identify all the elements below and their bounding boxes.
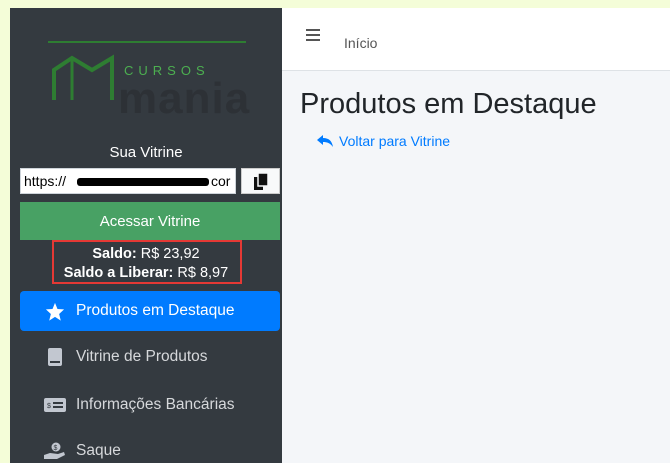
app-frame: CURSOS mania Sua Vitrine https:// cor Ac…: [10, 8, 670, 463]
book-icon: [42, 348, 68, 366]
nav-item-produtos-destaque[interactable]: Produtos em Destaque: [20, 291, 280, 331]
nav-item-vitrine-produtos[interactable]: Vitrine de Produtos: [20, 337, 280, 377]
menu-toggle-icon[interactable]: [306, 28, 320, 46]
access-vitrine-button[interactable]: Acessar Vitrine: [20, 202, 280, 240]
saldo-label: Saldo:: [92, 246, 137, 262]
sidebar: CURSOS mania Sua Vitrine https:// cor Ac…: [10, 8, 282, 463]
star-icon: [42, 302, 68, 321]
nav-label: Vitrine de Produtos: [76, 348, 208, 365]
breadcrumb-home-link[interactable]: Início: [344, 35, 377, 51]
saldo-value: R$ 23,92: [136, 246, 200, 262]
nav-item-saque[interactable]: $ Saque: [20, 431, 280, 463]
page-title: Produtos em Destaque: [300, 88, 597, 120]
vitrine-url-row: https:// cor: [20, 168, 280, 198]
svg-text:$: $: [54, 445, 58, 452]
redaction-mark: [77, 178, 209, 186]
saldo-liberar-line: Saldo a Liberar: R$ 8,97: [10, 265, 282, 281]
reply-arrow-icon: [317, 135, 333, 147]
hand-coin-icon: $: [42, 442, 68, 460]
copy-icon: [253, 172, 268, 190]
back-link-label: Voltar para Vitrine: [339, 133, 451, 149]
nav-label: Saque: [76, 442, 121, 459]
vitrine-url-field[interactable]: https:// cor: [20, 168, 236, 194]
vitrine-title: Sua Vitrine: [109, 144, 183, 161]
nav-label: Informações Bancárias: [76, 396, 235, 413]
back-to-vitrine-link[interactable]: Voltar para Vitrine: [317, 133, 450, 149]
url-prefix: https://: [24, 173, 67, 189]
saldo-line: Saldo: R$ 23,92: [10, 246, 282, 262]
saldo-liberar-label: Saldo a Liberar:: [63, 265, 174, 281]
nav-label: Produtos em Destaque: [76, 302, 235, 319]
saldo-liberar-value: R$ 8,97: [173, 265, 229, 281]
brand-logo[interactable]: CURSOS mania: [10, 8, 282, 138]
copy-url-button[interactable]: [241, 168, 280, 194]
logo-mark-icon: [52, 54, 114, 100]
svg-text:$: $: [47, 403, 51, 410]
logo-mania-text: mania: [118, 74, 251, 123]
url-suffix: cor: [211, 173, 231, 189]
top-navbar: Início: [282, 8, 670, 71]
nav-item-informacoes-bancarias[interactable]: $ Informações Bancárias: [20, 385, 280, 425]
money-icon: $: [42, 398, 68, 412]
logo-divider: [48, 41, 246, 43]
